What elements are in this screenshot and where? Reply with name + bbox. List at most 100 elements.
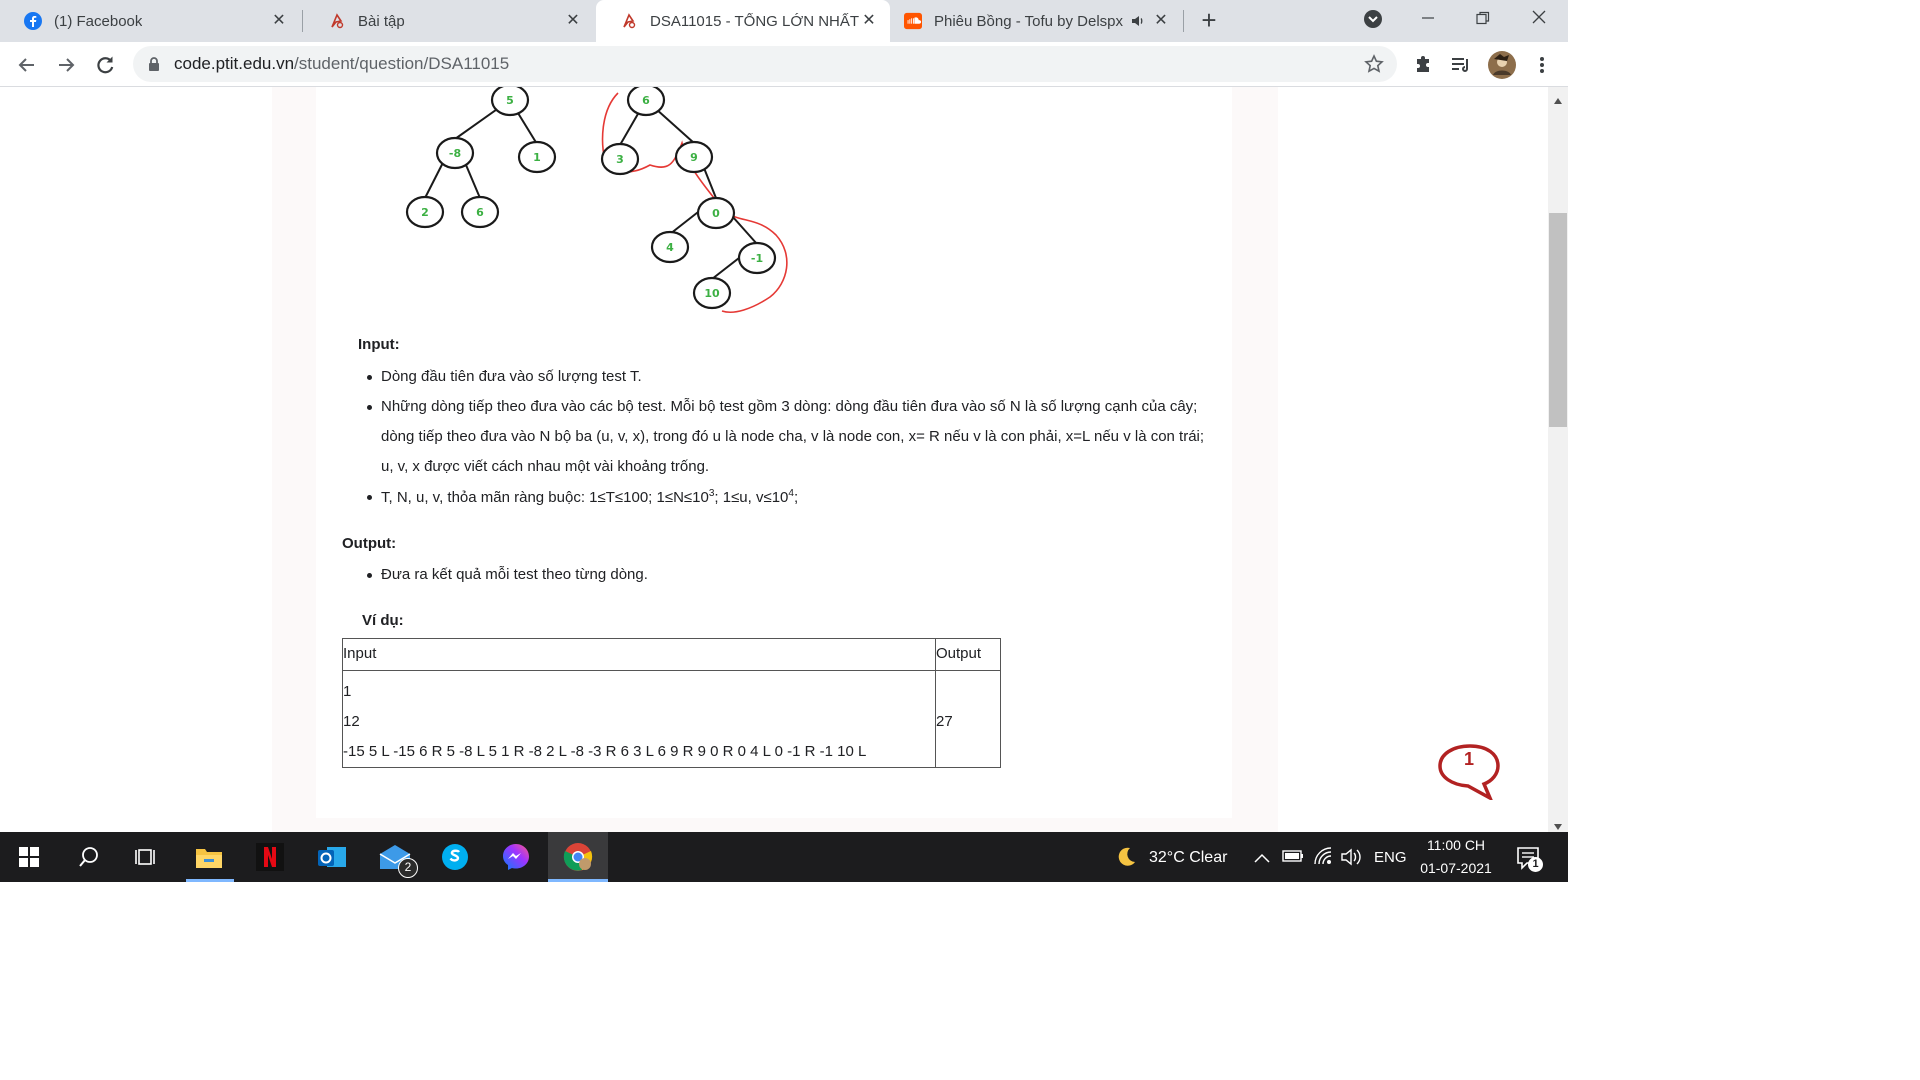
forward-button[interactable] [51,50,81,80]
new-tab-button[interactable]: + [1196,7,1222,34]
problem-content: 5 -8 1 2 6 6 3 9 0 4 -1 10 Input: Dòng đầu tiên đưa… [316,87,1232,818]
tree1-node-label: 1 [533,151,541,164]
constraint-middle: ; 1≤u, v≤10 [714,489,789,506]
browser-toolbar: code.ptit.edu.vn/student/question/DSA110… [0,42,1568,87]
tab-facebook[interactable]: (1) Facebook ✕ [0,0,300,42]
clock-time[interactable]: 11:00 CH [1422,837,1490,853]
clock-date[interactable]: 01-07-2021 [1414,860,1498,876]
language-indicator[interactable]: ENG [1374,849,1407,866]
windows-taskbar: 2 32°C Clear ENG 11:00 CH 01-07-2021 1 [0,832,1568,882]
example-input-cell: 1 12 -15 5 L -15 6 R 5 -8 L 5 1 R -8 2 L… [342,670,936,768]
lock-icon[interactable] [148,56,162,72]
bookmark-star-icon[interactable] [1364,54,1384,74]
table-header-cell: Input [342,638,936,671]
battery-icon[interactable] [1282,849,1304,863]
page-viewport: 5 -8 1 2 6 6 3 9 0 4 -1 10 Input: Dòng đầu tiên đưa… [0,87,1548,832]
ptit-icon [620,12,638,30]
weather-text[interactable]: 32°C Clear [1149,849,1227,867]
windows-start-icon[interactable] [12,840,46,874]
netflix-icon[interactable] [253,840,287,874]
input-item-2-line-3: u, v, x được viết cách nhau một vài khoả… [381,458,710,475]
extensions-icon[interactable] [1408,50,1438,80]
tree1-node-label: 6 [476,206,484,219]
skype-icon[interactable] [438,840,472,874]
url-host: code.ptit.edu.vn [174,54,295,73]
browser-menu-icon[interactable] [1527,50,1557,80]
outlook-icon[interactable] [315,840,349,874]
example-input-line: 12 [343,713,360,730]
active-app-indicator [548,879,608,882]
example-table: Input Output 1 12 -15 5 L -15 6 R 5 -8 L… [342,638,1001,768]
active-app-indicator [186,879,234,882]
tree2-node-label: 0 [712,207,720,220]
chat-badge-count: 1 [1463,749,1474,769]
tab-title: (1) Facebook [54,12,143,30]
url-path: /student/question/DSA11015 [294,54,510,73]
example-output-cell: 27 [935,670,1001,768]
notification-badge: 1 [1528,857,1543,872]
example-input-line: -15 5 L -15 6 R 5 -8 L 5 1 R -8 2 L -8 -… [343,743,867,760]
media-control-icon[interactable] [1446,50,1476,80]
bullet-dot [367,573,372,578]
tree-figure: 5 -8 1 2 6 6 3 9 0 4 -1 10 [405,87,788,313]
page-scrollbar[interactable] [1548,87,1568,832]
weather-moon-icon[interactable] [1114,845,1138,869]
mail-icon[interactable]: 2 [378,840,418,878]
screen: (1) Facebook ✕ Bài tập ✕ DSA11015 - TỔNG… [0,0,1568,882]
notification-center-icon[interactable]: 1 [1516,845,1543,872]
chevron-up-icon[interactable] [1254,850,1270,863]
constraint-suffix: ; [793,489,799,506]
tab-close-icon[interactable]: ✕ [270,12,288,30]
url-text: code.ptit.edu.vn/student/question/DSA110… [174,54,509,74]
scroll-up-arrow-icon[interactable] [1553,92,1563,104]
facebook-icon [24,12,42,30]
reload-button[interactable] [90,50,120,80]
tree1-node-label: 2 [421,206,429,219]
tab-close-icon[interactable]: ✕ [1152,12,1170,30]
file-explorer-icon[interactable] [192,840,226,874]
input-item-2-line-2: dòng tiếp theo đưa vào N bộ ba (u, v, x)… [381,428,1205,445]
table-header-output: Output [936,645,982,662]
restore-button[interactable] [1468,6,1498,32]
output-item-1: Đưa ra kết quả mỗi test theo từng dòng. [381,566,648,583]
tab-close-icon[interactable]: ✕ [860,12,878,30]
soundcloud-icon [904,12,922,30]
input-item-1: Dòng đầu tiên đưa vào số lượng test T. [381,368,642,385]
table-header-cell: Output [935,638,1001,671]
tab-title: DSA11015 - TỔNG LỚN NHẤT [650,12,860,30]
back-button[interactable] [12,50,42,80]
table-row: 1 12 -15 5 L -15 6 R 5 -8 L 5 1 R -8 2 L… [342,670,1001,768]
tab-bai-tap[interactable]: Bài tập ✕ [304,0,594,42]
tab-title: Phiêu Bồng - Tofu by Delspx [934,12,1124,30]
tab-separator [302,10,303,32]
tab-close-icon[interactable]: ✕ [564,12,582,30]
scrollbar-thumb[interactable] [1549,213,1567,427]
close-window-button[interactable] [1524,6,1554,32]
tab-soundcloud[interactable]: Phiêu Bồng - Tofu by Delspx ✕ [880,0,1182,42]
output-heading: Output: [342,535,397,552]
tree1-node-label: 5 [506,94,514,107]
tree2-node-label: 6 [642,94,650,107]
tree2-node-label: 4 [666,241,674,254]
scroll-down-arrow-icon[interactable] [1553,818,1563,830]
task-view-icon[interactable] [130,840,164,874]
speaker-icon[interactable] [1130,13,1146,29]
wifi-icon[interactable] [1313,847,1333,865]
profile-avatar[interactable] [1487,50,1517,80]
tab-dsa11015[interactable]: DSA11015 - TỔNG LỚN NHẤT ✕ [596,0,890,42]
tree1-node-label: -8 [449,147,461,160]
tab-title: Bài tập [358,12,405,30]
chrome-icon[interactable] [561,840,595,874]
search-icon[interactable] [72,840,106,874]
tree2-node-label: -1 [751,252,763,265]
volume-icon[interactable] [1341,848,1361,866]
messenger-icon[interactable] [499,840,533,874]
example-input-line: 1 [343,683,352,700]
minimize-button[interactable] [1413,6,1443,32]
bullet-dot [367,375,372,380]
chat-bubble-button[interactable]: 1 [1436,742,1504,802]
address-bar[interactable]: code.ptit.edu.vn/student/question/DSA110… [133,46,1397,82]
tree2-node-label: 10 [704,287,720,300]
constraint-prefix: T, N, u, v, thỏa mãn ràng buộc: 1≤T≤100;… [381,489,709,506]
tab-search-button[interactable] [1358,6,1388,32]
